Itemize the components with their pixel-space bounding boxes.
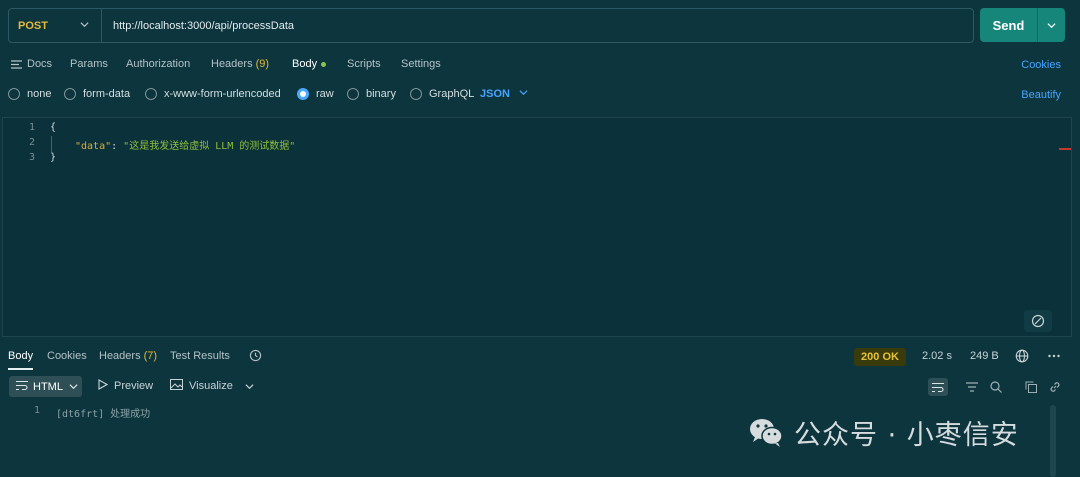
format-label: HTML — [33, 380, 63, 393]
tab-headers[interactable]: Headers (9) — [211, 54, 269, 74]
json-key: "data" — [75, 141, 112, 152]
radio-binary[interactable]: binary — [347, 88, 396, 100]
tab-headers-label: Headers — [211, 58, 253, 70]
send-options-button[interactable] — [1037, 8, 1065, 42]
code-line-2: "data": "这是我发送给虚拟 LLM 的测试数据" — [75, 137, 295, 152]
send-button[interactable]: Send — [980, 18, 1037, 33]
history-icon[interactable] — [249, 349, 262, 365]
radio-circle — [347, 88, 359, 100]
tab-body-label: Body — [292, 58, 318, 70]
body-type-row: none form-data x-www-form-urlencoded raw… — [0, 86, 1080, 104]
json-value: "这是我发送给虚拟 LLM 的测试数据" — [123, 141, 296, 152]
response-tab-headers[interactable]: Headers (7) — [99, 350, 157, 362]
radio-graphql[interactable]: GraphQL — [410, 88, 474, 100]
status-badge[interactable]: 200 OK — [854, 348, 906, 366]
radio-circle — [64, 88, 76, 100]
tab-params[interactable]: Params — [70, 54, 108, 74]
line-number: 2 — [28, 137, 35, 148]
radio-graphql-label: GraphQL — [429, 88, 475, 100]
send-button-group: Send — [980, 8, 1065, 42]
radio-circle-selected — [297, 88, 309, 100]
line-number: 3 — [28, 152, 35, 163]
tab-scripts[interactable]: Scripts — [347, 54, 381, 74]
tab-docs[interactable]: Docs — [11, 54, 52, 74]
radio-circle — [410, 88, 422, 100]
watermark: 公众号 · 小枣信安 — [746, 412, 1019, 452]
tab-settings[interactable]: Settings — [401, 54, 441, 74]
radio-none-label: none — [27, 88, 52, 100]
response-tabs: Body Cookies Headers (7) Test Results 20… — [0, 348, 1080, 370]
line-number: 1 — [28, 122, 35, 133]
tab-docs-label: Docs — [27, 58, 53, 70]
wechat-icon — [750, 419, 783, 447]
chevron-down-icon — [519, 90, 528, 96]
radio-raw[interactable]: raw — [297, 88, 334, 100]
radio-raw-label: raw — [316, 88, 334, 100]
globe-icon[interactable] — [1015, 349, 1029, 366]
radio-binary-label: binary — [366, 88, 396, 100]
response-scrollbar[interactable] — [1050, 405, 1056, 477]
url-input[interactable]: http://localhost:3000/api/processData — [102, 20, 294, 32]
error-marker — [1059, 148, 1071, 150]
chevron-down-icon — [1047, 22, 1056, 28]
radio-form-data-label: form-data — [83, 88, 131, 100]
preview-button[interactable]: Preview — [98, 379, 153, 393]
language-label: JSON — [480, 88, 510, 100]
snippet-icon[interactable] — [1024, 310, 1052, 332]
visualize-button[interactable]: Visualize — [170, 379, 254, 393]
chevron-down-icon — [69, 384, 78, 390]
request-bar: POST http://localhost:3000/api/processDa… — [8, 8, 974, 43]
response-time[interactable]: 2.02 s — [922, 350, 952, 362]
code-line-1: { — [50, 122, 57, 133]
response-format-row: HTML Preview Visualize — [0, 376, 1080, 398]
response-tab-cookies[interactable]: Cookies — [47, 350, 87, 362]
filter-icon[interactable] — [962, 378, 982, 396]
cookies-link[interactable]: Cookies — [1021, 59, 1061, 71]
wrap-lines-icon[interactable] — [928, 378, 948, 396]
format-select[interactable]: HTML — [9, 376, 82, 397]
response-content: [dt6frt] 处理成功 — [56, 409, 151, 420]
language-select[interactable]: JSON — [480, 88, 528, 100]
tab-authorization[interactable]: Authorization — [126, 54, 190, 74]
radio-urlencoded-label: x-www-form-urlencoded — [164, 88, 281, 100]
more-options-icon[interactable] — [1047, 348, 1061, 365]
indent-guide — [51, 136, 52, 152]
line-number: 1 — [33, 405, 40, 416]
method-label: POST — [18, 19, 48, 32]
code-line-3: } — [50, 152, 57, 163]
radio-circle — [8, 88, 20, 100]
modified-dot — [321, 61, 327, 67]
radio-form-data[interactable]: form-data — [64, 88, 130, 100]
watermark-text: 公众号 · 小枣信安 — [794, 419, 1019, 451]
docs-icon — [11, 59, 22, 69]
chevron-down-icon — [80, 20, 89, 32]
response-tab-test-results[interactable]: Test Results — [170, 350, 230, 362]
play-icon — [98, 379, 109, 393]
radio-circle — [145, 88, 157, 100]
response-tab-headers-count: (7) — [143, 350, 158, 362]
response-size[interactable]: 249 B — [970, 350, 999, 362]
method-select[interactable]: POST — [9, 9, 102, 42]
visualize-label: Visualize — [189, 380, 233, 392]
request-tabs: Docs Params Authorization Headers (9) Bo… — [0, 54, 1080, 76]
tab-body[interactable]: Body — [292, 54, 327, 74]
radio-urlencoded[interactable]: x-www-form-urlencoded — [145, 88, 281, 100]
json-colon: : — [111, 141, 124, 152]
copy-icon[interactable] — [1021, 378, 1041, 396]
link-icon[interactable] — [1045, 378, 1065, 396]
radio-none[interactable]: none — [8, 88, 51, 100]
response-tab-headers-label: Headers — [99, 350, 141, 362]
preview-label: Preview — [114, 380, 154, 392]
chevron-down-icon — [245, 383, 254, 389]
body-editor[interactable]: 1 2 3 { "data": "这是我发送给虚拟 LLM 的测试数据" } — [2, 117, 1072, 337]
tab-headers-count: (9) — [255, 58, 270, 70]
search-icon[interactable] — [986, 378, 1006, 396]
active-tab-underline — [8, 368, 33, 370]
beautify-button[interactable]: Beautify — [1021, 89, 1061, 101]
image-icon — [170, 379, 183, 393]
response-tab-body[interactable]: Body — [8, 350, 33, 362]
wrap-icon — [16, 380, 28, 394]
